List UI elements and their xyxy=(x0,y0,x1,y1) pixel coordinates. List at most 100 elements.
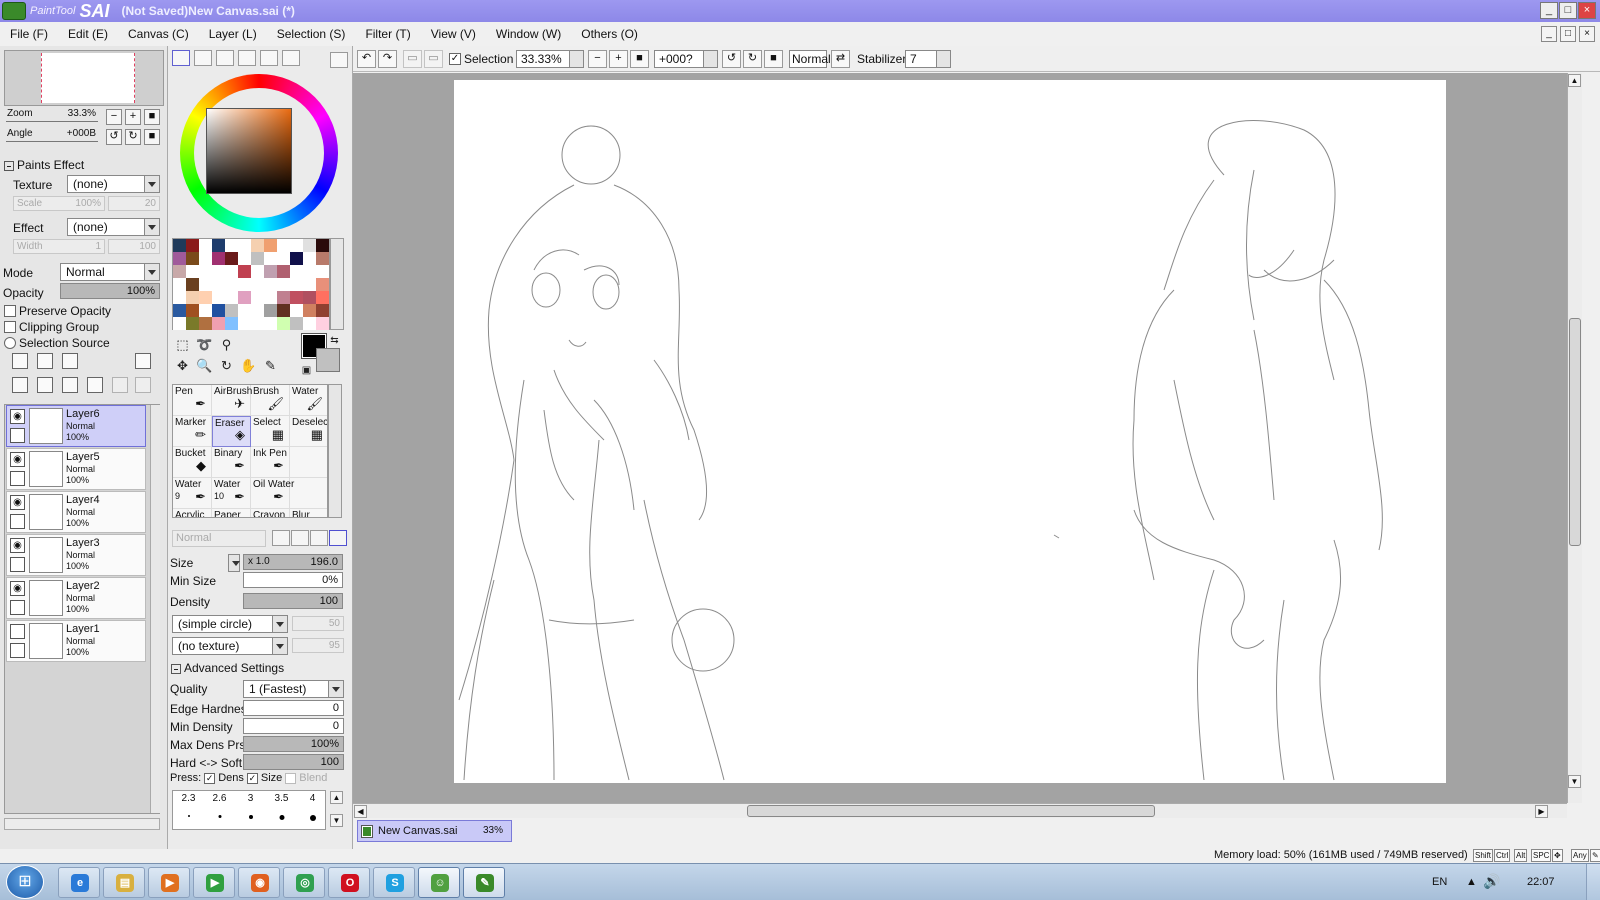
angle-dropdown[interactable]: +000? xyxy=(654,50,718,68)
scratchpad-tab-icon[interactable] xyxy=(282,50,300,66)
hscroll-thumb[interactable] xyxy=(747,805,1155,817)
color-swatch[interactable] xyxy=(303,291,316,304)
color-swatch[interactable] xyxy=(199,265,212,278)
density-slider[interactable]: 100 xyxy=(243,593,343,609)
new-layer-icon[interactable] xyxy=(12,353,28,369)
color-swatch[interactable] xyxy=(290,278,303,291)
brush-size-preset[interactable]: 3.5 xyxy=(266,791,297,829)
color-swatch[interactable] xyxy=(316,278,329,291)
taskbar-opera[interactable]: O xyxy=(328,867,370,898)
color-swatch[interactable] xyxy=(277,304,290,317)
hard-soft-slider[interactable]: 100 xyxy=(243,754,344,770)
opacity-slider[interactable]: 100% xyxy=(60,283,160,299)
color-swatch[interactable] xyxy=(316,317,329,330)
color-swatch[interactable] xyxy=(277,278,290,291)
rgb-slider-tab-icon[interactable] xyxy=(194,50,212,66)
color-swatch[interactable] xyxy=(264,252,277,265)
layer-row[interactable]: ◉ Layer4 Normal 100% xyxy=(6,491,146,533)
color-swatch[interactable] xyxy=(303,239,316,252)
color-swatch[interactable] xyxy=(199,239,212,252)
brush-size-preset[interactable]: 2.3 xyxy=(173,791,204,829)
navigator-preview[interactable] xyxy=(4,50,164,106)
intermediate-color-tab-icon[interactable] xyxy=(238,50,256,66)
tool-brush[interactable]: Brush 🖌 xyxy=(251,385,290,416)
lasso-icon[interactable]: ➰ xyxy=(196,336,213,353)
brush-size-preset[interactable]: 4 xyxy=(297,791,328,829)
color-swatch[interactable] xyxy=(303,278,316,291)
tool-eraser[interactable]: Eraser ◈ xyxy=(212,416,251,447)
canvas-vscrollbar[interactable]: ▲ ▼ xyxy=(1567,73,1582,803)
swap-colors-icon[interactable]: ⇆ xyxy=(326,332,343,349)
brush-texture-dropdown[interactable]: (no texture) xyxy=(172,637,288,655)
color-swatch[interactable] xyxy=(173,278,186,291)
color-swatch[interactable] xyxy=(186,239,199,252)
panel-menu-icon[interactable] xyxy=(330,52,348,68)
quality-dropdown[interactable]: 1 (Fastest) xyxy=(243,680,344,698)
color-swatch[interactable] xyxy=(290,291,303,304)
visibility-eye-icon[interactable]: ◉ xyxy=(10,538,25,553)
color-swatch[interactable] xyxy=(225,252,238,265)
color-wheel-tab-icon[interactable] xyxy=(172,50,190,66)
press-size-checkbox[interactable]: ✓ xyxy=(246,772,258,784)
layer-row[interactable]: ◉ Layer2 Normal 100% xyxy=(6,577,146,619)
tool-water-10[interactable]: Water 10 ✒ xyxy=(212,478,251,509)
layer-mode-dropdown[interactable]: Normal xyxy=(60,263,160,281)
scroll-right-icon[interactable]: ▶ xyxy=(1535,805,1548,818)
merge-down-icon[interactable] xyxy=(37,377,53,393)
color-swatch[interactable] xyxy=(225,278,238,291)
layer-row[interactable]: ◉ Layer3 Normal 100% xyxy=(6,534,146,576)
menu-filter[interactable]: Filter (T) xyxy=(355,27,420,41)
new-linework-layer-icon[interactable] xyxy=(37,353,53,369)
color-swatch[interactable] xyxy=(212,239,225,252)
color-swatch[interactable] xyxy=(264,291,277,304)
color-swatch[interactable] xyxy=(186,291,199,304)
minimize-button[interactable]: _ xyxy=(1540,2,1558,19)
edge-hardness-slider[interactable]: 0 xyxy=(243,700,344,716)
scroll-down-icon[interactable]: ▼ xyxy=(1568,775,1581,788)
layer-lock-icon[interactable] xyxy=(10,514,25,529)
color-swatch[interactable] xyxy=(212,265,225,278)
layer-lock-icon[interactable] xyxy=(10,600,25,615)
color-swatch[interactable] xyxy=(238,278,251,291)
selection-checkbox[interactable]: ✓ xyxy=(449,53,461,65)
color-swatch[interactable] xyxy=(199,317,212,330)
eyedropper-icon[interactable]: ✎ xyxy=(262,357,279,374)
visibility-eye-icon[interactable]: ◉ xyxy=(10,581,25,596)
color-swatch[interactable] xyxy=(173,304,186,317)
color-swatch[interactable] xyxy=(303,265,316,278)
color-swatch[interactable] xyxy=(277,239,290,252)
clear-layer-icon[interactable] xyxy=(62,377,78,393)
color-swatch[interactable] xyxy=(212,291,225,304)
color-swatch[interactable] xyxy=(212,278,225,291)
color-swatch[interactable] xyxy=(316,252,329,265)
rotate-tool-icon[interactable]: ↻ xyxy=(218,357,235,374)
doc-close-button[interactable]: × xyxy=(1579,26,1595,42)
tool-paper[interactable]: Paper xyxy=(212,509,251,517)
taskbar-painttool-sai[interactable]: ✎ xyxy=(463,867,505,898)
tool-airbrush[interactable]: AirBrush ✈ xyxy=(212,385,252,416)
brush-shape-medium-icon[interactable] xyxy=(291,530,309,546)
brush-size-preset[interactable]: 3 xyxy=(235,791,266,829)
press-dens-checkbox[interactable]: ✓ xyxy=(204,772,216,784)
rotate-reset-button[interactable]: ■ xyxy=(144,129,160,145)
color-swatch[interactable] xyxy=(303,317,316,330)
color-swatch[interactable] xyxy=(173,265,186,278)
start-button[interactable]: ⊞ xyxy=(6,865,44,899)
brush-shape-hard-icon[interactable] xyxy=(272,530,290,546)
color-swatch[interactable] xyxy=(225,239,238,252)
close-button[interactable]: × xyxy=(1578,2,1596,19)
color-swatch[interactable] xyxy=(173,317,186,330)
color-swatch[interactable] xyxy=(277,317,290,330)
color-swatch[interactable] xyxy=(251,317,264,330)
visibility-eye-icon[interactable]: ◉ xyxy=(10,495,25,510)
canvas-hscrollbar[interactable]: ◀ ▶ xyxy=(353,803,1567,818)
redo-icon[interactable]: ↷ xyxy=(378,50,397,68)
tool-pen[interactable]: Pen ✒ xyxy=(173,385,212,416)
doc-restore-button[interactable]: □ xyxy=(1560,26,1576,42)
tool-water-9[interactable]: Water 9 ✒ xyxy=(173,478,212,509)
view-mode-field[interactable]: Normal xyxy=(789,50,831,68)
tool-blur[interactable]: Blur xyxy=(290,509,327,517)
color-swatch[interactable] xyxy=(290,317,303,330)
zoom-tool-icon[interactable]: 🔍 xyxy=(196,357,213,374)
color-swatch[interactable] xyxy=(264,304,277,317)
